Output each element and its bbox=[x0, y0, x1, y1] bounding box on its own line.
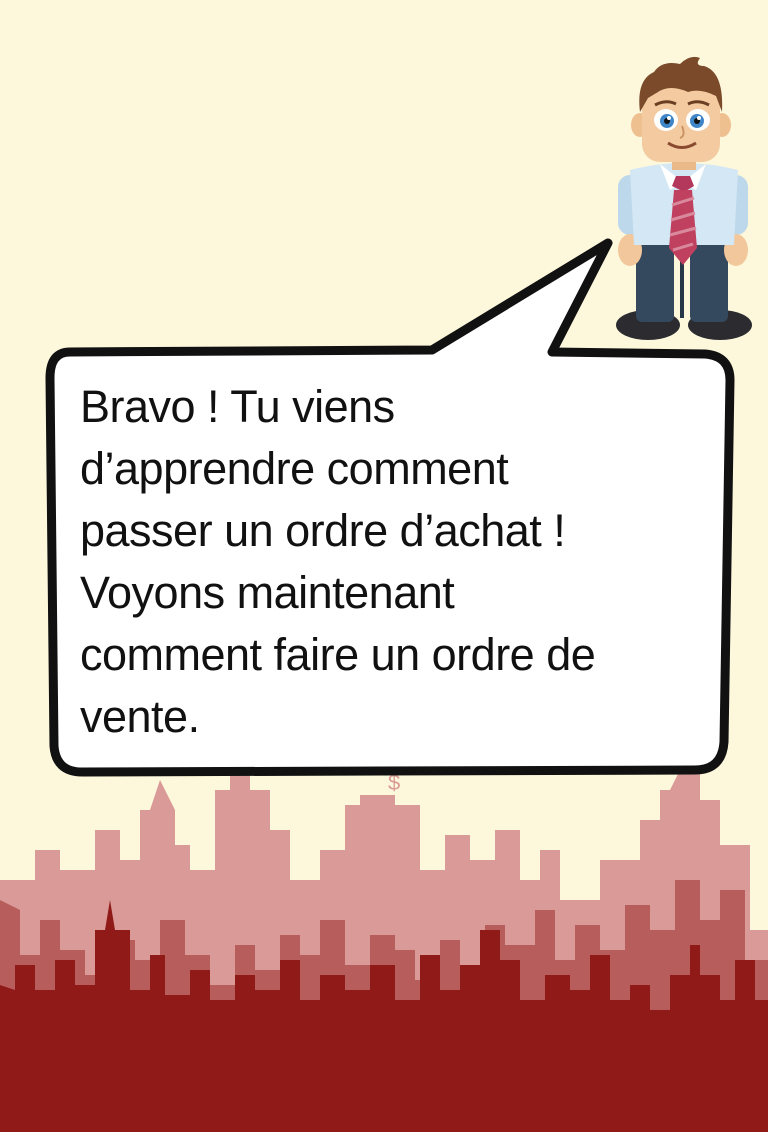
businessman-cartoon-icon bbox=[616, 56, 752, 340]
bubble-line: Bravo ! Tu viens bbox=[80, 381, 395, 432]
bubble-line: vente. bbox=[80, 691, 200, 742]
bubble-line: Voyons maintenant bbox=[80, 567, 455, 618]
bubble-line: passer un ordre d’achat ! bbox=[80, 505, 566, 556]
bubble-line: d’apprendre comment bbox=[80, 443, 509, 494]
bubble-line: comment faire un ordre de bbox=[80, 629, 596, 680]
speech-bubble-text: Bravo ! Tu viens d’apprendre comment pas… bbox=[80, 376, 710, 748]
